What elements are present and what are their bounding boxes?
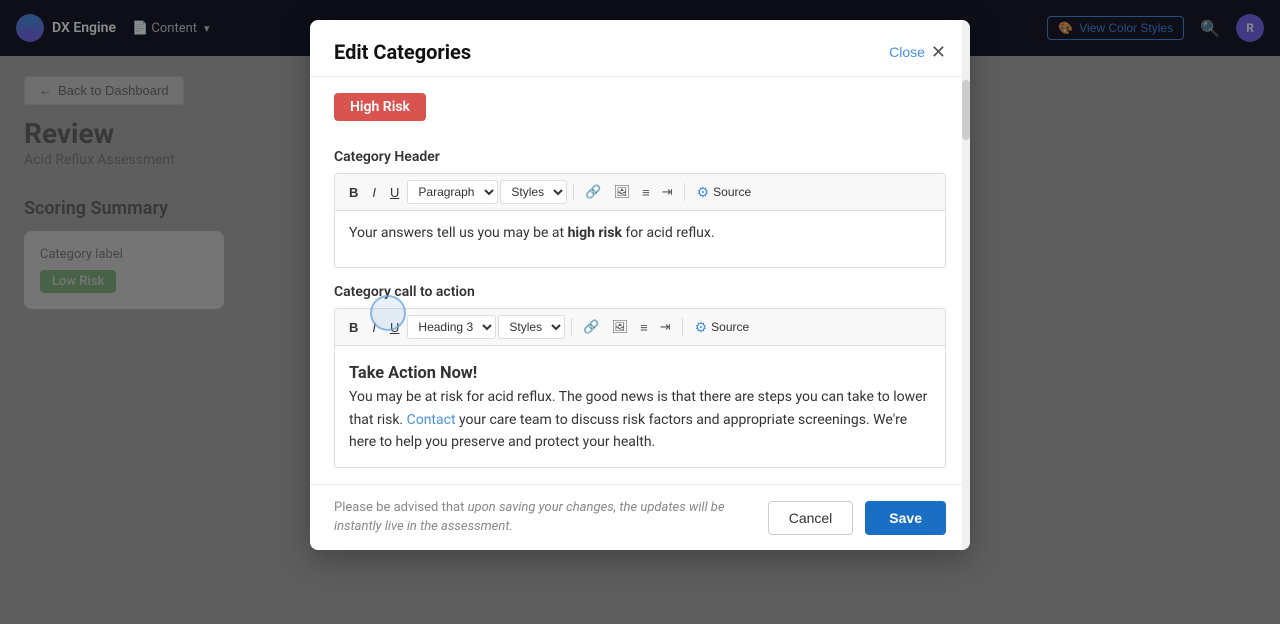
- save-button[interactable]: Save: [865, 501, 946, 535]
- source-button-1[interactable]: ⚙ Source: [691, 181, 758, 204]
- modal-overlay: Edit Categories Close ✕ High Risk Catego…: [0, 0, 1280, 624]
- category-cta-label: Category call to action: [334, 284, 946, 300]
- category-cta-content[interactable]: Take Action Now! You may be at risk for …: [335, 346, 945, 467]
- toolbar-divider-2: [684, 183, 685, 201]
- cta-paragraph: You may be at risk for acid reflux. The …: [349, 386, 931, 453]
- italic-button-2[interactable]: I: [366, 317, 382, 338]
- category-header-editor: B I U Paragraph Styles 🔗 🖼 ≡ ⇥: [334, 173, 946, 268]
- category-header-label: Category Header: [334, 149, 946, 165]
- modal-title: Edit Categories: [334, 40, 471, 64]
- toolbar-divider-3: [571, 318, 572, 336]
- modal-close-button[interactable]: Close ✕: [889, 42, 946, 63]
- modal-header: Edit Categories Close ✕: [310, 20, 970, 77]
- toolbar-divider-1: [573, 183, 574, 201]
- close-label: Close: [889, 44, 925, 60]
- edit-categories-modal: Edit Categories Close ✕ High Risk Catego…: [310, 20, 970, 550]
- category-header-content[interactable]: Your answers tell us you may be at high …: [335, 211, 945, 267]
- styles-select-1[interactable]: Styles: [500, 180, 567, 204]
- italic-button-1[interactable]: I: [366, 182, 382, 203]
- source-icon-2: ⚙: [695, 319, 708, 336]
- list-icon-2[interactable]: ≡: [635, 317, 653, 338]
- footer-buttons: Cancel Save: [768, 501, 946, 535]
- category-cta-editor: B I U Heading 3 Styles 🔗 🖼 ≡ ⇥: [334, 308, 946, 468]
- cta-contact-link[interactable]: Contact: [407, 412, 456, 428]
- high-risk-badge: High Risk: [334, 93, 426, 121]
- source-label-1: Source: [713, 185, 751, 199]
- source-icon-1: ⚙: [697, 184, 710, 201]
- list-icon-1[interactable]: ≡: [637, 182, 655, 203]
- cancel-button[interactable]: Cancel: [768, 501, 854, 535]
- indent-icon-2[interactable]: ⇥: [655, 316, 676, 338]
- toolbar-divider-4: [682, 318, 683, 336]
- modal-footer: Please be advised that upon saving your …: [310, 484, 970, 549]
- header-text-end: for acid reflux.: [622, 225, 715, 241]
- image-icon-2[interactable]: 🖼: [607, 316, 634, 338]
- toolbar-1: B I U Paragraph Styles 🔗 🖼 ≡ ⇥: [335, 174, 945, 211]
- toolbar-2: B I U Heading 3 Styles 🔗 🖼 ≡ ⇥: [335, 309, 945, 346]
- bold-button-2[interactable]: B: [343, 317, 364, 338]
- underline-button-1[interactable]: U: [384, 182, 405, 203]
- underline-button-2[interactable]: U: [384, 317, 405, 338]
- header-text-start: Your answers tell us you may be at: [349, 225, 568, 241]
- styles-select-2[interactable]: Styles: [498, 315, 565, 339]
- heading-select-2[interactable]: Heading 3: [407, 315, 496, 339]
- modal-scrollbar-thumb[interactable]: [962, 80, 970, 140]
- cta-heading: Take Action Now!: [349, 360, 931, 386]
- close-x-icon: ✕: [931, 42, 946, 63]
- source-button-2[interactable]: ⚙ Source: [689, 316, 756, 339]
- header-text-bold: high risk: [568, 225, 622, 241]
- link-icon-2[interactable]: 🔗: [578, 316, 604, 338]
- modal-scrollbar-track[interactable]: [962, 20, 970, 550]
- link-icon-1[interactable]: 🔗: [580, 181, 606, 203]
- footer-note: Please be advised that upon saving your …: [334, 499, 734, 535]
- image-icon-1[interactable]: 🖼: [609, 181, 636, 203]
- modal-body: High Risk Category Header B I U Paragrap…: [310, 77, 970, 484]
- bold-button-1[interactable]: B: [343, 182, 364, 203]
- source-label-2: Source: [711, 320, 749, 334]
- indent-icon-1[interactable]: ⇥: [657, 181, 678, 203]
- paragraph-select-1[interactable]: Paragraph: [407, 180, 498, 204]
